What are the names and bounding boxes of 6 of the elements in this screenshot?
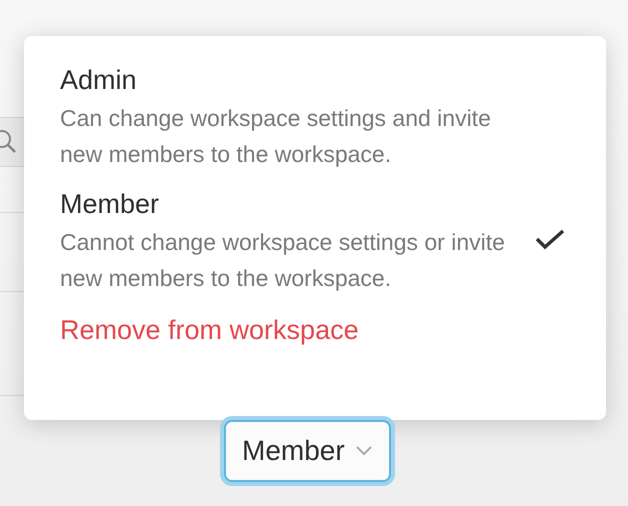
role-description: Cannot change workspace settings or invite new members to the workspace.: [60, 228, 506, 293]
role-description: Can change workspace settings and invite new members to the workspace.: [60, 104, 492, 169]
remove-from-workspace-link[interactable]: Remove from workspace: [60, 310, 359, 350]
role-title[interactable]: Member: [60, 184, 508, 224]
role-title[interactable]: Admin: [60, 60, 508, 100]
chevron-down-icon: [354, 445, 373, 457]
